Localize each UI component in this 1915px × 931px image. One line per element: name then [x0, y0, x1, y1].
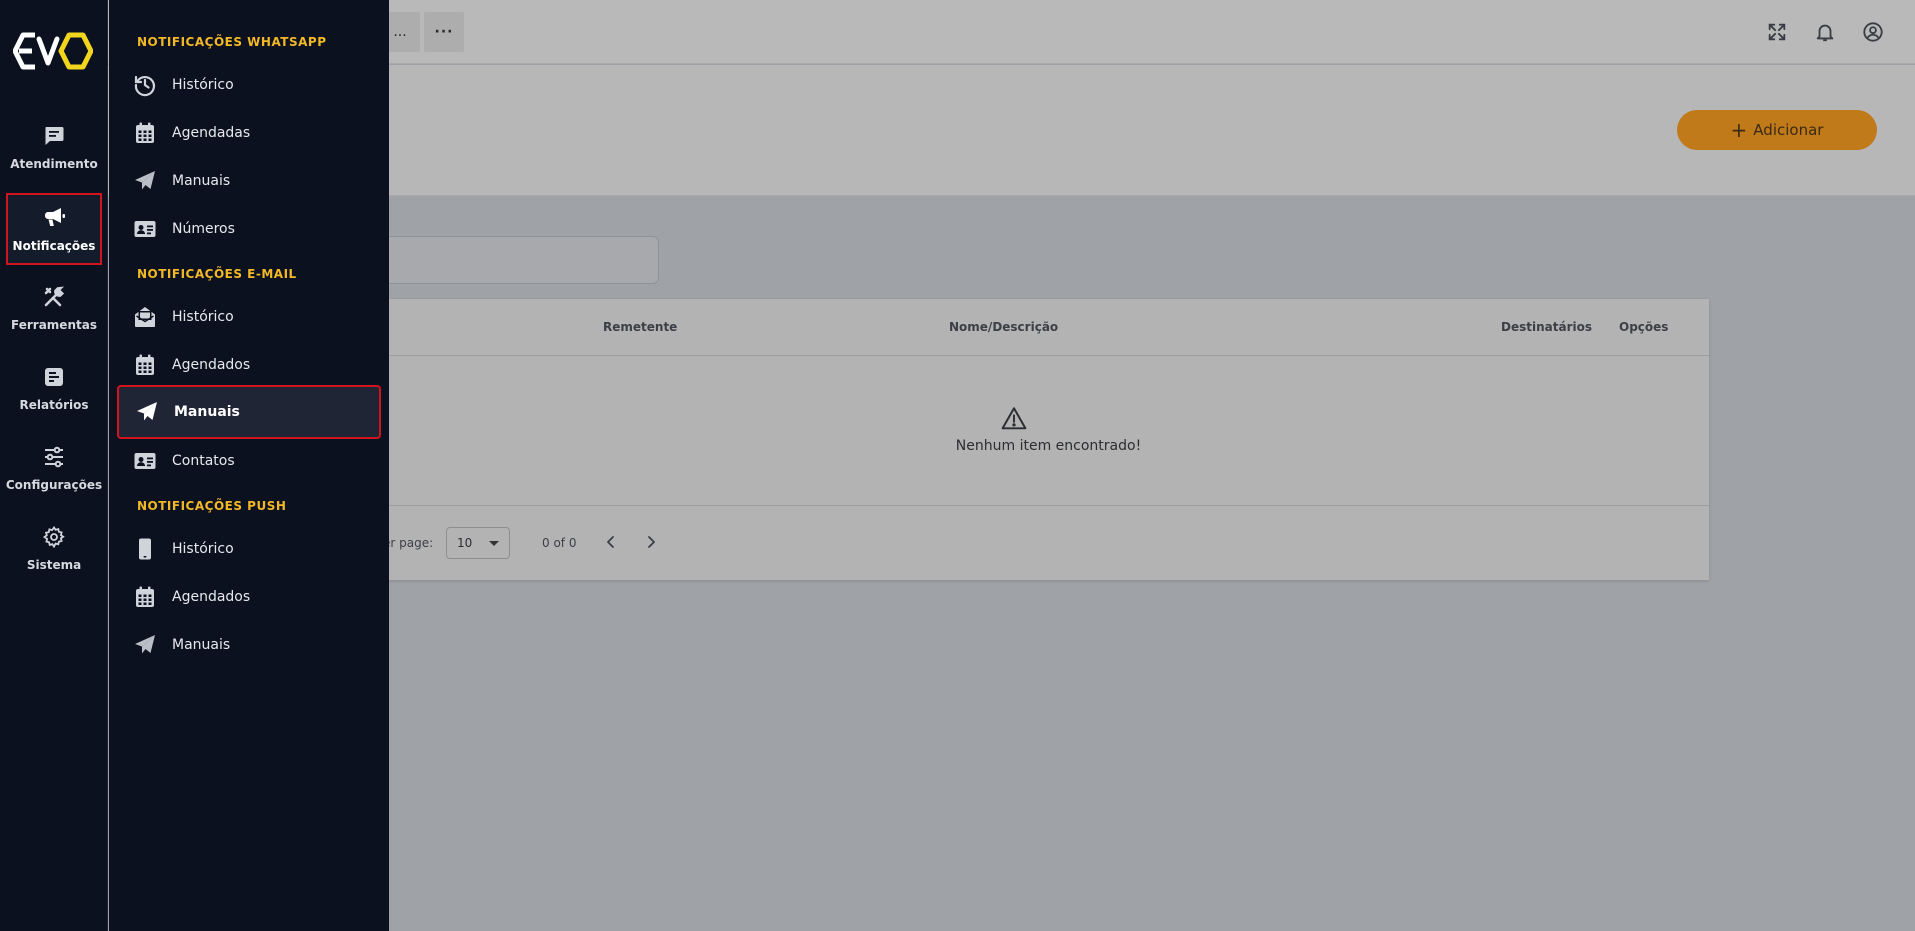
menu-item-email-contatos[interactable]: Contatos	[119, 439, 379, 483]
mobile-icon	[132, 536, 158, 562]
menu-item-push-manuais[interactable]: Manuais	[119, 623, 379, 667]
add-button[interactable]: + Adicionar	[1677, 110, 1877, 150]
menu-item-label: Histórico	[172, 77, 234, 93]
report-icon	[42, 365, 66, 392]
menu-item-label: Histórico	[172, 541, 234, 557]
rail-item-sistema[interactable]: Sistema	[6, 513, 102, 583]
menu-item-label: Manuais	[174, 404, 240, 420]
add-button-label: Adicionar	[1753, 121, 1824, 139]
page-info: 0 of 0	[542, 536, 577, 550]
sliders-icon	[42, 445, 66, 472]
paper-plane-icon	[132, 168, 158, 194]
menu-item-label: Histórico	[172, 309, 234, 325]
calendar-icon	[132, 120, 158, 146]
evo-logo[interactable]	[13, 32, 93, 70]
rail-item-ferramentas[interactable]: Ferramentas	[6, 273, 102, 343]
menu-item-email-historico[interactable]: Histórico	[119, 295, 379, 339]
rail-label: Configurações	[5, 477, 103, 492]
rail-item-relatorios[interactable]: Relatórios	[6, 353, 102, 423]
section-title-whatsapp: NOTIFICAÇÕES WHATSAPP	[137, 35, 327, 49]
menu-item-push-historico[interactable]: Histórico	[119, 527, 379, 571]
prev-page-button[interactable]	[601, 532, 621, 552]
menu-item-whatsapp-numeros[interactable]: Números	[119, 207, 379, 251]
menu-item-whatsapp-historico[interactable]: Histórico	[119, 63, 379, 107]
main-nav-rail: Atendimento Notificações Ferramentas Rel…	[0, 0, 108, 931]
menu-item-label: Agendadas	[172, 125, 251, 141]
rail-item-configuracoes[interactable]: Configurações	[6, 433, 102, 503]
gear-icon	[42, 525, 66, 552]
column-header-opcoes: Opções	[1619, 320, 1669, 334]
fullscreen-icon[interactable]	[1764, 19, 1790, 45]
search-input[interactable]	[380, 236, 659, 284]
more-tabs-button[interactable]: ···	[424, 12, 464, 52]
column-header-destinatarios[interactable]: Destinatários	[1501, 320, 1592, 334]
chevron-right-icon	[648, 536, 655, 548]
rows-per-page-select[interactable]: 10	[446, 527, 510, 559]
menu-item-label: Manuais	[172, 637, 231, 653]
id-card-icon	[132, 448, 158, 474]
rows-per-page-value: 10	[457, 536, 473, 550]
menu-item-label: Agendados	[172, 357, 251, 373]
caret-down-icon	[489, 541, 499, 546]
menu-item-label: Números	[172, 221, 235, 237]
menu-item-label: Contatos	[172, 453, 235, 469]
paper-plane-icon	[132, 632, 158, 658]
menu-item-whatsapp-manuais[interactable]: Manuais	[119, 159, 379, 203]
paper-plane-icon	[134, 399, 160, 425]
user-account-icon[interactable]	[1860, 19, 1886, 45]
calendar-icon	[132, 584, 158, 610]
chat-icon	[42, 124, 66, 151]
empty-state: Nenhum item encontrado!	[388, 356, 1709, 506]
menu-item-email-agendados[interactable]: Agendados	[119, 343, 379, 387]
table-pagination: er page: 10 0 of 0	[383, 506, 1709, 580]
menu-item-whatsapp-agendadas[interactable]: Agendadas	[119, 111, 379, 155]
menu-item-email-manuais[interactable]: Manuais	[117, 385, 381, 439]
notifications-flyout-menu: NOTIFICAÇÕES WHATSAPP Histórico Agendada…	[109, 0, 389, 931]
envelope-open-icon	[132, 304, 158, 330]
history-icon	[132, 72, 158, 98]
rows-per-page-label: er page:	[383, 536, 434, 550]
more-tabs-label: ···	[434, 24, 454, 40]
tools-icon	[42, 285, 66, 312]
chevron-left-icon	[607, 536, 614, 548]
menu-item-label: Manuais	[172, 173, 231, 189]
plus-icon: +	[1730, 118, 1748, 142]
rail-label: Sistema	[26, 557, 82, 572]
next-page-button[interactable]	[641, 532, 661, 552]
empty-message: Nenhum item encontrado!	[955, 438, 1142, 454]
table-header: Remetente Nome/Descrição Destinatários O…	[388, 299, 1709, 356]
section-title-push: NOTIFICAÇÕES PUSH	[137, 499, 287, 513]
column-header-remetente[interactable]: Remetente	[603, 320, 677, 334]
rail-label: Atendimento	[10, 156, 98, 171]
rail-label: Ferramentas	[11, 317, 97, 332]
id-card-icon	[132, 216, 158, 242]
calendar-icon	[132, 352, 158, 378]
rail-item-atendimento[interactable]: Atendimento	[6, 112, 102, 182]
section-title-email: NOTIFICAÇÕES E-MAIL	[137, 267, 297, 281]
rail-label: Relatórios	[19, 397, 89, 412]
rail-label: Notificações	[12, 238, 96, 253]
notifications-table: Remetente Nome/Descrição Destinatários O…	[383, 299, 1709, 580]
bell-icon[interactable]	[1812, 19, 1838, 45]
warning-icon	[1001, 407, 1027, 430]
menu-item-push-agendados[interactable]: Agendados	[119, 575, 379, 619]
megaphone-icon	[42, 206, 66, 233]
rail-item-notificacoes[interactable]: Notificações	[6, 193, 102, 265]
column-header-nome[interactable]: Nome/Descrição	[949, 320, 1058, 334]
open-tab-label: ...	[393, 24, 407, 40]
menu-item-label: Agendados	[172, 589, 251, 605]
